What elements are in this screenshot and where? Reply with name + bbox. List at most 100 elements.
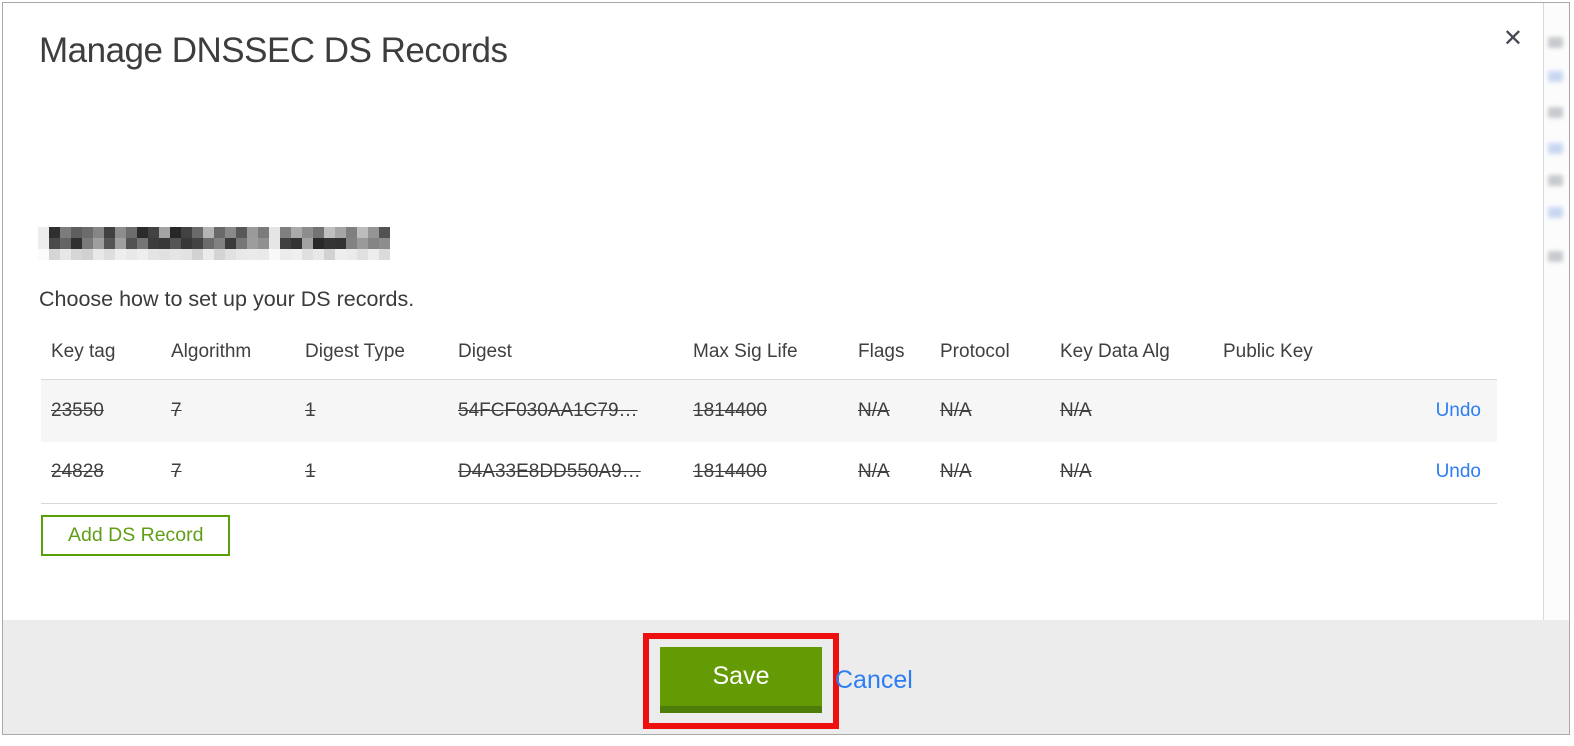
background-page-fragment xyxy=(1548,175,1563,186)
cell-protocol: N/A xyxy=(940,399,972,421)
col-header-max-sig-life: Max Sig Life xyxy=(693,341,798,362)
redaction-pixel xyxy=(313,249,324,260)
col-header-flags: Flags xyxy=(858,341,905,362)
background-page-fragment xyxy=(1548,207,1563,218)
col-header-action xyxy=(1373,333,1497,380)
cell-digest-type: 1 xyxy=(305,461,316,483)
redaction-pixel xyxy=(225,249,236,260)
redaction-pixel xyxy=(181,227,192,238)
table-header-row: Key tag Algorithm Digest Type Digest Max… xyxy=(41,333,1497,380)
redaction-pixel xyxy=(82,249,93,260)
redaction-pixel xyxy=(192,249,203,260)
col-header-digest-type: Digest Type xyxy=(305,341,405,362)
redaction-pixel xyxy=(302,249,313,260)
redaction-pixel xyxy=(379,227,390,238)
redaction-pixel xyxy=(126,249,137,260)
redaction-pixel xyxy=(357,227,368,238)
redaction-pixel xyxy=(148,249,159,260)
redaction-pixel xyxy=(324,249,335,260)
redaction-pixel xyxy=(104,227,115,238)
cell-flags: N/A xyxy=(858,461,890,483)
cell-key-data-alg: N/A xyxy=(1060,399,1092,421)
modal-footer: Save Cancel xyxy=(3,620,1569,734)
redaction-pixel xyxy=(368,249,379,260)
background-page-fragment xyxy=(1548,37,1563,48)
redaction-pixel xyxy=(214,249,225,260)
save-button-annotation: Save xyxy=(643,633,839,729)
redaction-pixel xyxy=(38,227,49,238)
redaction-pixel xyxy=(236,238,247,249)
background-page-strip xyxy=(1543,3,1569,620)
redaction-pixel xyxy=(115,249,126,260)
redaction-pixel xyxy=(82,238,93,249)
background-page-fragment xyxy=(1548,71,1563,82)
redaction-pixel xyxy=(159,227,170,238)
cell-algorithm: 7 xyxy=(171,399,182,421)
redaction-pixel xyxy=(247,227,258,238)
cancel-link[interactable]: Cancel xyxy=(835,666,913,695)
background-page-fragment xyxy=(1548,143,1563,154)
col-header-key-data-alg: Key Data Alg xyxy=(1060,341,1170,362)
col-header-key-tag: Key tag xyxy=(51,341,116,362)
redaction-pixel xyxy=(291,249,302,260)
redaction-pixel xyxy=(258,249,269,260)
redaction-pixel xyxy=(203,249,214,260)
redaction-pixel xyxy=(346,238,357,249)
cell-key-data-alg: N/A xyxy=(1060,461,1092,483)
redaction-pixel xyxy=(170,249,181,260)
redaction-pixel xyxy=(203,238,214,249)
redaction-pixel xyxy=(357,249,368,260)
redaction-pixel xyxy=(71,249,82,260)
redaction-pixel xyxy=(192,238,203,249)
add-ds-record-button[interactable]: Add DS Record xyxy=(41,515,231,556)
redaction-pixel xyxy=(236,249,247,260)
redaction-pixel xyxy=(280,249,291,260)
cell-key-tag: 24828 xyxy=(51,461,104,483)
cell-max-sig-life: 1814400 xyxy=(693,461,767,483)
redaction-pixel xyxy=(324,227,335,238)
dnssec-modal: Manage DNSSEC DS Records ✕ Choose how to… xyxy=(2,2,1570,735)
redaction-pixel xyxy=(258,238,269,249)
redaction-pixel xyxy=(335,227,346,238)
redaction-pixel xyxy=(357,238,368,249)
redaction-pixel xyxy=(181,249,192,260)
modal-title: Manage DNSSEC DS Records xyxy=(39,31,508,70)
col-header-algorithm: Algorithm xyxy=(171,341,252,362)
undo-link[interactable]: Undo xyxy=(1436,400,1481,421)
close-icon[interactable]: ✕ xyxy=(1503,27,1523,51)
redaction-pixel xyxy=(104,238,115,249)
redaction-pixel xyxy=(236,227,247,238)
redaction-pixel xyxy=(71,238,82,249)
redaction-pixel xyxy=(38,238,49,249)
cell-protocol: N/A xyxy=(940,461,972,483)
redaction-pixel xyxy=(302,238,313,249)
redaction-pixel xyxy=(379,238,390,249)
save-button[interactable]: Save xyxy=(660,647,822,713)
ds-records-table: Key tag Algorithm Digest Type Digest Max… xyxy=(41,333,1497,504)
redaction-pixel xyxy=(269,249,280,260)
redaction-pixel xyxy=(126,238,137,249)
redaction-pixel xyxy=(346,227,357,238)
cell-public-key xyxy=(1223,380,1373,442)
redaction-pixel xyxy=(269,227,280,238)
redaction-pixel xyxy=(214,227,225,238)
redaction-pixel xyxy=(159,249,170,260)
redaction-pixel xyxy=(38,249,49,260)
redaction-pixel xyxy=(170,227,181,238)
redaction-pixel xyxy=(280,238,291,249)
col-header-digest: Digest xyxy=(458,341,512,362)
redaction-pixel xyxy=(247,238,258,249)
redaction-pixel xyxy=(324,238,335,249)
table-row: 23550 7 1 54FCF030AA1C79… 1814400 N/A N/… xyxy=(41,379,1497,442)
cell-max-sig-life: 1814400 xyxy=(693,399,767,421)
redaction-pixel xyxy=(247,249,258,260)
redaction-pixel xyxy=(291,238,302,249)
redaction-pixel xyxy=(335,249,346,260)
redaction-pixel xyxy=(137,249,148,260)
redaction-pixel xyxy=(71,227,82,238)
col-header-public-key: Public Key xyxy=(1223,341,1313,362)
redaction-pixel xyxy=(93,238,104,249)
undo-link[interactable]: Undo xyxy=(1436,461,1481,482)
redaction-pixel xyxy=(225,238,236,249)
redaction-pixel xyxy=(181,238,192,249)
